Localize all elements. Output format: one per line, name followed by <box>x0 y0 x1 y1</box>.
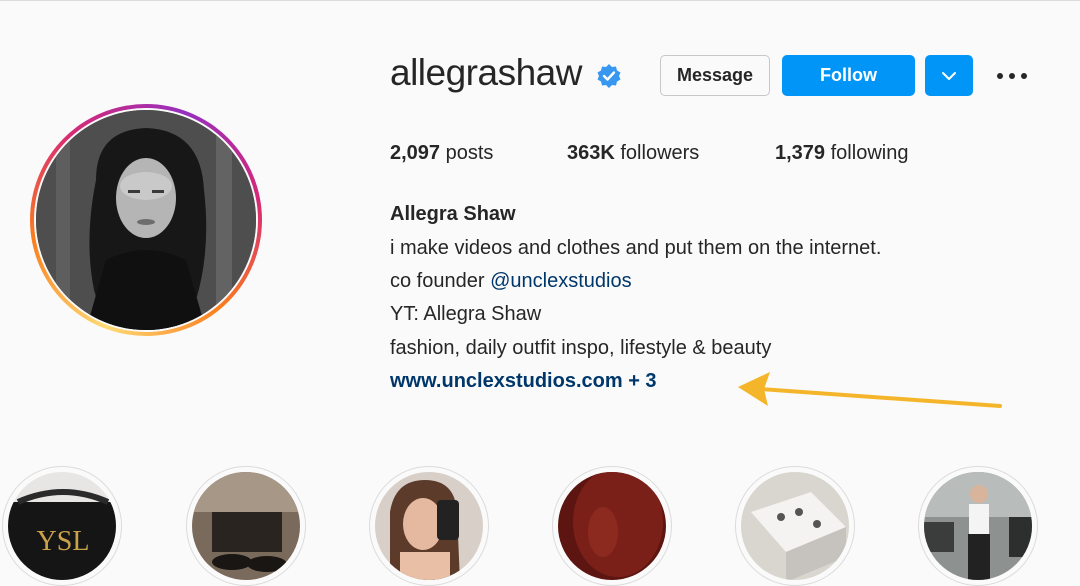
message-button[interactable]: Message <box>660 55 770 96</box>
profile-avatar[interactable] <box>30 104 262 336</box>
mention-link[interactable]: @unclexstudios <box>490 270 631 292</box>
posts-label: posts <box>445 142 494 164</box>
bio-line-2: co founder @unclexstudios <box>390 270 632 293</box>
bio-line-2-prefix: co founder <box>390 270 485 292</box>
portrait-image <box>36 110 256 330</box>
story-highlight[interactable] <box>552 466 672 586</box>
followers-count: 363K <box>567 142 615 164</box>
following-label: following <box>830 142 909 164</box>
top-divider <box>0 0 1080 1</box>
highlight-selfie-image <box>375 472 483 580</box>
story-highlight[interactable]: YSL <box>2 466 122 586</box>
story-highlight[interactable] <box>918 466 1038 586</box>
bio-line-3: YT: Allegra Shaw <box>390 303 542 325</box>
profile-photo <box>36 110 256 330</box>
highlight-street-image <box>924 472 1032 580</box>
followers-label: followers <box>620 142 700 164</box>
highlight-bag-image: YSL <box>8 472 116 580</box>
highlight-box-image <box>741 472 849 580</box>
annotation-arrow-icon <box>738 372 1002 408</box>
highlight-red-image <box>558 472 666 580</box>
suggested-dropdown-button[interactable] <box>925 55 973 96</box>
verified-badge-icon <box>597 64 621 88</box>
following-stat[interactable]: 1,379 following <box>775 142 908 165</box>
more-options-icon[interactable] <box>994 64 1030 88</box>
bio-line-4: fashion, daily outfit inspo, lifestyle &… <box>390 337 772 359</box>
posts-stat: 2,097 posts <box>390 142 493 165</box>
bio-website-link[interactable]: www.unclexstudios.com + 3 <box>390 370 657 393</box>
posts-count: 2,097 <box>390 142 441 164</box>
follow-button[interactable]: Follow <box>782 55 915 96</box>
bio-line-1: i make videos and clothes and put them o… <box>390 237 882 259</box>
highlight-shoes-image <box>192 472 300 580</box>
svg-text:YSL: YSL <box>37 526 90 557</box>
profile-full-name: Allegra Shaw <box>390 203 516 225</box>
chevron-down-icon <box>942 71 956 80</box>
story-highlight[interactable] <box>369 466 489 586</box>
profile-username: allegrashaw <box>390 52 582 93</box>
story-highlight[interactable] <box>735 466 855 586</box>
followers-stat[interactable]: 363K followers <box>567 142 699 165</box>
story-highlight[interactable] <box>186 466 306 586</box>
following-count: 1,379 <box>775 142 826 164</box>
